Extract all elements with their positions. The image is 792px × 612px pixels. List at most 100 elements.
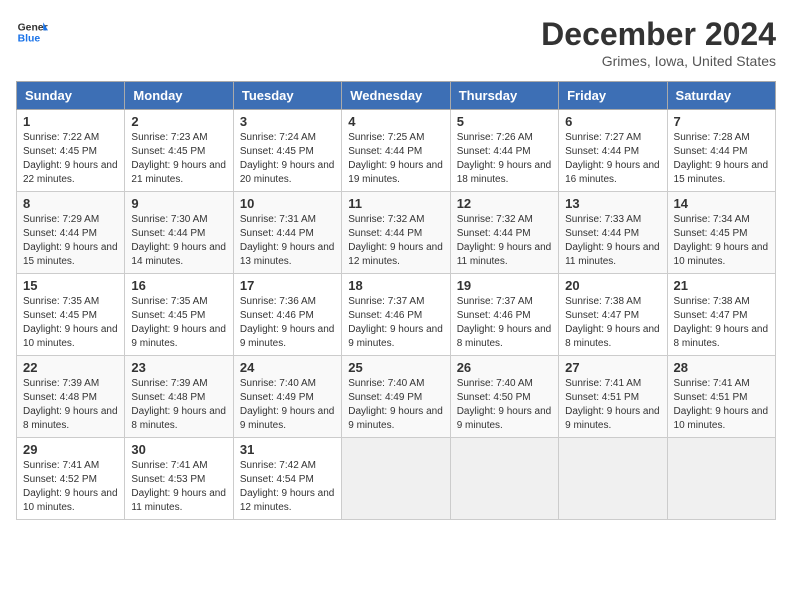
day-number: 23 bbox=[131, 360, 226, 375]
day-number: 7 bbox=[674, 114, 769, 129]
calendar-cell: 31 Sunrise: 7:42 AMSunset: 4:54 PMDaylig… bbox=[233, 438, 341, 520]
calendar-week-row: 15 Sunrise: 7:35 AMSunset: 4:45 PMDaylig… bbox=[17, 274, 776, 356]
calendar-week-row: 8 Sunrise: 7:29 AMSunset: 4:44 PMDayligh… bbox=[17, 192, 776, 274]
day-number: 15 bbox=[23, 278, 118, 293]
page-header: General Blue December 2024 Grimes, Iowa,… bbox=[16, 16, 776, 69]
day-number: 12 bbox=[457, 196, 552, 211]
calendar-cell: 15 Sunrise: 7:35 AMSunset: 4:45 PMDaylig… bbox=[17, 274, 125, 356]
day-number: 24 bbox=[240, 360, 335, 375]
day-number: 18 bbox=[348, 278, 443, 293]
cell-info: Sunrise: 7:39 AMSunset: 4:48 PMDaylight:… bbox=[131, 378, 226, 431]
calendar-cell: 2 Sunrise: 7:23 AMSunset: 4:45 PMDayligh… bbox=[125, 110, 233, 192]
calendar-cell: 26 Sunrise: 7:40 AMSunset: 4:50 PMDaylig… bbox=[450, 356, 558, 438]
cell-info: Sunrise: 7:40 AMSunset: 4:49 PMDaylight:… bbox=[240, 378, 335, 431]
day-number: 25 bbox=[348, 360, 443, 375]
calendar-title: December 2024 bbox=[541, 16, 776, 53]
cell-info: Sunrise: 7:35 AMSunset: 4:45 PMDaylight:… bbox=[131, 296, 226, 349]
day-number: 10 bbox=[240, 196, 335, 211]
calendar-cell: 13 Sunrise: 7:33 AMSunset: 4:44 PMDaylig… bbox=[559, 192, 667, 274]
day-number: 28 bbox=[674, 360, 769, 375]
calendar-cell: 24 Sunrise: 7:40 AMSunset: 4:49 PMDaylig… bbox=[233, 356, 341, 438]
cell-info: Sunrise: 7:28 AMSunset: 4:44 PMDaylight:… bbox=[674, 132, 769, 185]
header-wednesday: Wednesday bbox=[342, 82, 450, 110]
calendar-cell bbox=[667, 438, 775, 520]
cell-info: Sunrise: 7:41 AMSunset: 4:51 PMDaylight:… bbox=[565, 378, 660, 431]
calendar-cell: 18 Sunrise: 7:37 AMSunset: 4:46 PMDaylig… bbox=[342, 274, 450, 356]
calendar-cell: 9 Sunrise: 7:30 AMSunset: 4:44 PMDayligh… bbox=[125, 192, 233, 274]
cell-info: Sunrise: 7:34 AMSunset: 4:45 PMDaylight:… bbox=[674, 214, 769, 267]
day-number: 21 bbox=[674, 278, 769, 293]
calendar-cell: 23 Sunrise: 7:39 AMSunset: 4:48 PMDaylig… bbox=[125, 356, 233, 438]
calendar-week-row: 29 Sunrise: 7:41 AMSunset: 4:52 PMDaylig… bbox=[17, 438, 776, 520]
calendar-cell: 19 Sunrise: 7:37 AMSunset: 4:46 PMDaylig… bbox=[450, 274, 558, 356]
cell-info: Sunrise: 7:24 AMSunset: 4:45 PMDaylight:… bbox=[240, 132, 335, 185]
day-number: 8 bbox=[23, 196, 118, 211]
calendar-cell: 28 Sunrise: 7:41 AMSunset: 4:51 PMDaylig… bbox=[667, 356, 775, 438]
cell-info: Sunrise: 7:23 AMSunset: 4:45 PMDaylight:… bbox=[131, 132, 226, 185]
calendar-cell: 25 Sunrise: 7:40 AMSunset: 4:49 PMDaylig… bbox=[342, 356, 450, 438]
cell-info: Sunrise: 7:40 AMSunset: 4:50 PMDaylight:… bbox=[457, 378, 552, 431]
cell-info: Sunrise: 7:29 AMSunset: 4:44 PMDaylight:… bbox=[23, 214, 118, 267]
calendar-week-row: 1 Sunrise: 7:22 AMSunset: 4:45 PMDayligh… bbox=[17, 110, 776, 192]
calendar-cell: 8 Sunrise: 7:29 AMSunset: 4:44 PMDayligh… bbox=[17, 192, 125, 274]
calendar-cell: 1 Sunrise: 7:22 AMSunset: 4:45 PMDayligh… bbox=[17, 110, 125, 192]
cell-info: Sunrise: 7:40 AMSunset: 4:49 PMDaylight:… bbox=[348, 378, 443, 431]
cell-info: Sunrise: 7:37 AMSunset: 4:46 PMDaylight:… bbox=[348, 296, 443, 349]
day-number: 16 bbox=[131, 278, 226, 293]
day-number: 13 bbox=[565, 196, 660, 211]
calendar-cell bbox=[450, 438, 558, 520]
calendar-cell: 30 Sunrise: 7:41 AMSunset: 4:53 PMDaylig… bbox=[125, 438, 233, 520]
calendar-cell: 3 Sunrise: 7:24 AMSunset: 4:45 PMDayligh… bbox=[233, 110, 341, 192]
calendar-cell: 20 Sunrise: 7:38 AMSunset: 4:47 PMDaylig… bbox=[559, 274, 667, 356]
cell-info: Sunrise: 7:27 AMSunset: 4:44 PMDaylight:… bbox=[565, 132, 660, 185]
cell-info: Sunrise: 7:26 AMSunset: 4:44 PMDaylight:… bbox=[457, 132, 552, 185]
day-number: 29 bbox=[23, 442, 118, 457]
day-number: 31 bbox=[240, 442, 335, 457]
day-number: 19 bbox=[457, 278, 552, 293]
cell-info: Sunrise: 7:32 AMSunset: 4:44 PMDaylight:… bbox=[457, 214, 552, 267]
calendar-cell: 14 Sunrise: 7:34 AMSunset: 4:45 PMDaylig… bbox=[667, 192, 775, 274]
day-number: 5 bbox=[457, 114, 552, 129]
calendar-cell: 29 Sunrise: 7:41 AMSunset: 4:52 PMDaylig… bbox=[17, 438, 125, 520]
calendar-cell: 10 Sunrise: 7:31 AMSunset: 4:44 PMDaylig… bbox=[233, 192, 341, 274]
svg-text:Blue: Blue bbox=[18, 34, 41, 45]
calendar-cell: 4 Sunrise: 7:25 AMSunset: 4:44 PMDayligh… bbox=[342, 110, 450, 192]
day-number: 20 bbox=[565, 278, 660, 293]
day-number: 11 bbox=[348, 196, 443, 211]
cell-info: Sunrise: 7:42 AMSunset: 4:54 PMDaylight:… bbox=[240, 460, 335, 513]
header-monday: Monday bbox=[125, 82, 233, 110]
day-number: 1 bbox=[23, 114, 118, 129]
cell-info: Sunrise: 7:37 AMSunset: 4:46 PMDaylight:… bbox=[457, 296, 552, 349]
calendar-cell: 5 Sunrise: 7:26 AMSunset: 4:44 PMDayligh… bbox=[450, 110, 558, 192]
cell-info: Sunrise: 7:30 AMSunset: 4:44 PMDaylight:… bbox=[131, 214, 226, 267]
cell-info: Sunrise: 7:38 AMSunset: 4:47 PMDaylight:… bbox=[674, 296, 769, 349]
calendar-cell: 16 Sunrise: 7:35 AMSunset: 4:45 PMDaylig… bbox=[125, 274, 233, 356]
calendar-cell bbox=[559, 438, 667, 520]
cell-info: Sunrise: 7:36 AMSunset: 4:46 PMDaylight:… bbox=[240, 296, 335, 349]
cell-info: Sunrise: 7:35 AMSunset: 4:45 PMDaylight:… bbox=[23, 296, 118, 349]
day-number: 30 bbox=[131, 442, 226, 457]
cell-info: Sunrise: 7:41 AMSunset: 4:52 PMDaylight:… bbox=[23, 460, 118, 513]
calendar-cell: 7 Sunrise: 7:28 AMSunset: 4:44 PMDayligh… bbox=[667, 110, 775, 192]
day-number: 17 bbox=[240, 278, 335, 293]
header-saturday: Saturday bbox=[667, 82, 775, 110]
cell-info: Sunrise: 7:22 AMSunset: 4:45 PMDaylight:… bbox=[23, 132, 118, 185]
calendar-cell: 21 Sunrise: 7:38 AMSunset: 4:47 PMDaylig… bbox=[667, 274, 775, 356]
day-number: 9 bbox=[131, 196, 226, 211]
calendar-cell bbox=[342, 438, 450, 520]
calendar-cell: 6 Sunrise: 7:27 AMSunset: 4:44 PMDayligh… bbox=[559, 110, 667, 192]
calendar-cell: 27 Sunrise: 7:41 AMSunset: 4:51 PMDaylig… bbox=[559, 356, 667, 438]
cell-info: Sunrise: 7:38 AMSunset: 4:47 PMDaylight:… bbox=[565, 296, 660, 349]
day-number: 27 bbox=[565, 360, 660, 375]
calendar-header-row: Sunday Monday Tuesday Wednesday Thursday… bbox=[17, 82, 776, 110]
cell-info: Sunrise: 7:32 AMSunset: 4:44 PMDaylight:… bbox=[348, 214, 443, 267]
calendar-cell: 12 Sunrise: 7:32 AMSunset: 4:44 PMDaylig… bbox=[450, 192, 558, 274]
cell-info: Sunrise: 7:33 AMSunset: 4:44 PMDaylight:… bbox=[565, 214, 660, 267]
day-number: 2 bbox=[131, 114, 226, 129]
day-number: 4 bbox=[348, 114, 443, 129]
cell-info: Sunrise: 7:39 AMSunset: 4:48 PMDaylight:… bbox=[23, 378, 118, 431]
cell-info: Sunrise: 7:31 AMSunset: 4:44 PMDaylight:… bbox=[240, 214, 335, 267]
logo: General Blue bbox=[16, 16, 48, 48]
day-number: 22 bbox=[23, 360, 118, 375]
cell-info: Sunrise: 7:41 AMSunset: 4:51 PMDaylight:… bbox=[674, 378, 769, 431]
